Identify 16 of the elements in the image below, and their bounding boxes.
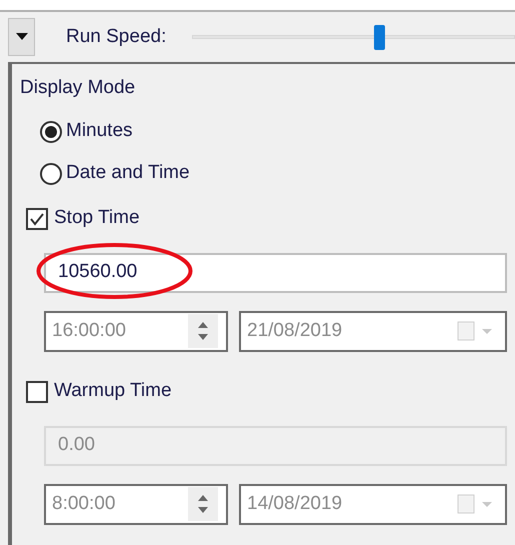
collapse-button[interactable] [8, 18, 35, 56]
run-speed-label: Run Speed: [66, 24, 166, 49]
radio-button[interactable] [40, 120, 62, 142]
checkbox[interactable] [26, 380, 48, 402]
value-field[interactable]: 10560.00 [44, 252, 507, 292]
speed-slider[interactable] [192, 23, 515, 51]
checkbox-label: Stop Time [54, 206, 140, 230]
radio-button[interactable] [40, 162, 62, 184]
checkbox-label: Warmup Time [54, 379, 172, 404]
check-icon [29, 212, 45, 226]
radio-label: Date and Time [66, 161, 190, 186]
slider-thumb[interactable] [374, 25, 386, 50]
radio-label: Minutes [66, 119, 133, 144]
caret-icon [16, 33, 28, 41]
section-title: Display Mode [20, 76, 136, 100]
checkbox[interactable] [26, 208, 48, 230]
